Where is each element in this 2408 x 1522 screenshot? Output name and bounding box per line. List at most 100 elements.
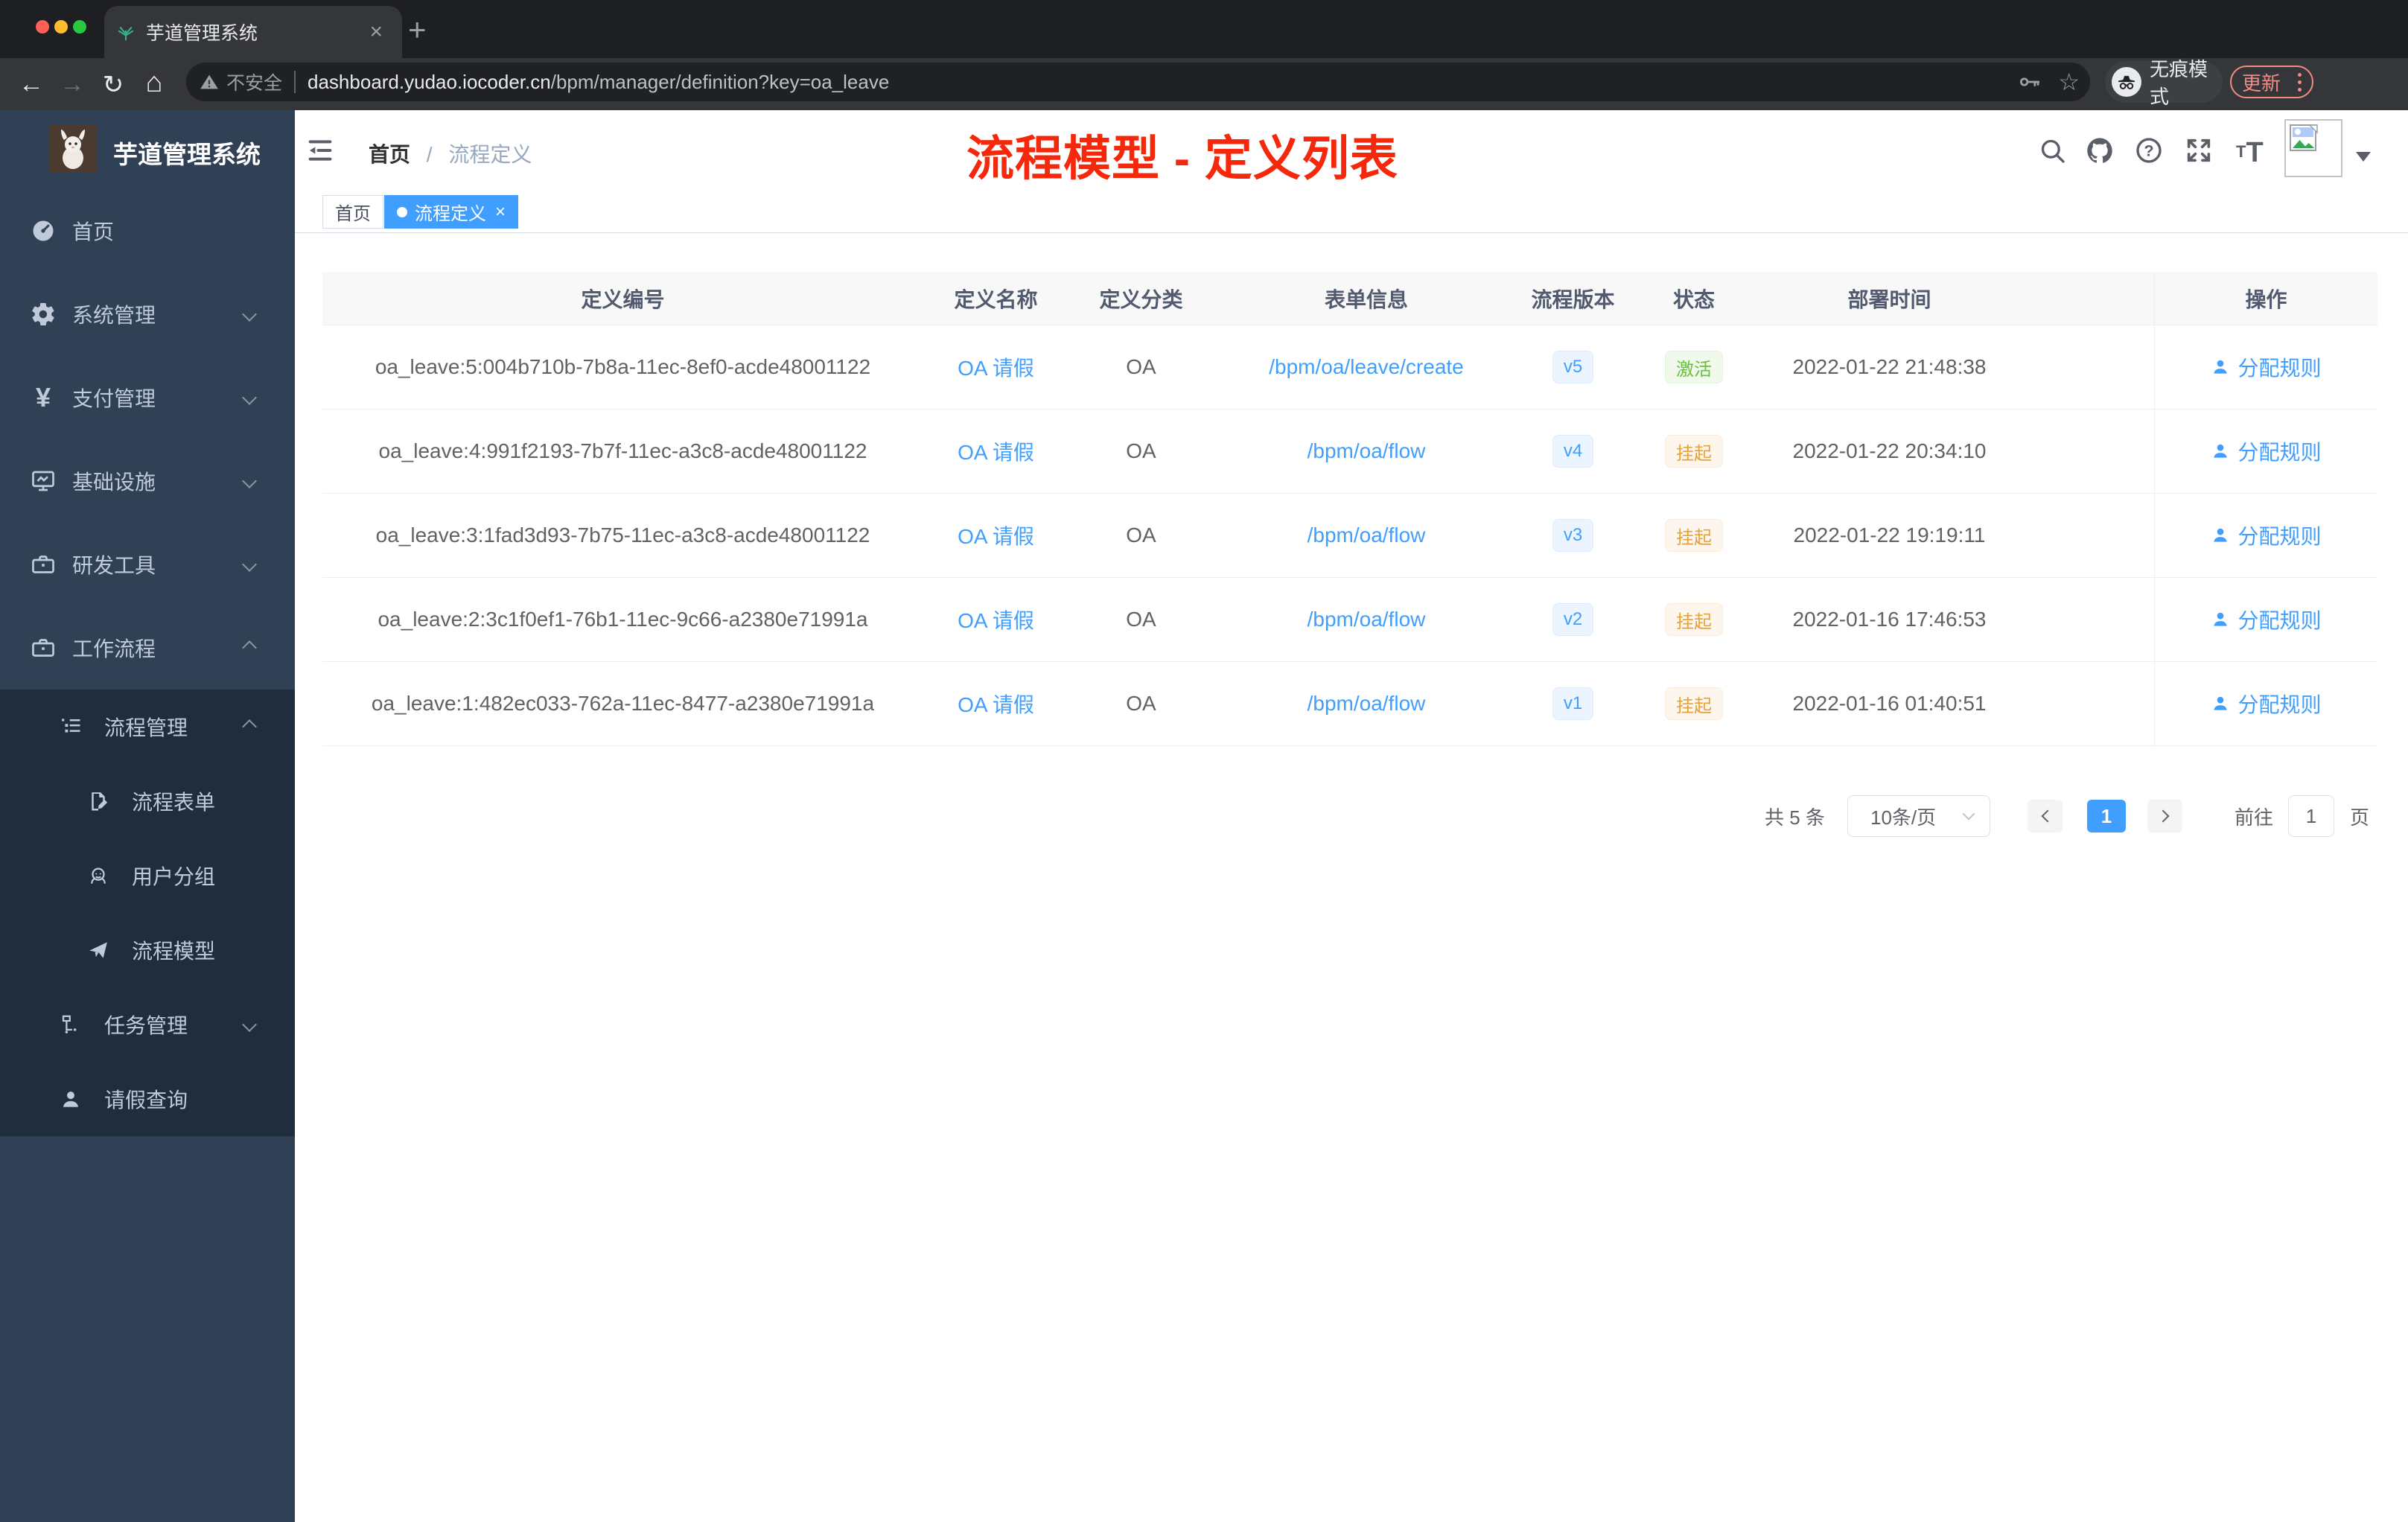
assign-rule-button[interactable]: 分配规则 — [2211, 436, 2322, 466]
incognito-badge: 无痕模式 — [2105, 58, 2223, 108]
form-link[interactable]: /bpm/oa/flow — [1214, 439, 1519, 463]
actions-cell: 分配规则 — [2154, 578, 2377, 661]
chevron-down-icon — [242, 557, 257, 572]
search-icon[interactable] — [2037, 136, 2067, 165]
security-label[interactable]: 不安全 — [226, 69, 282, 95]
sidebar-item-process-form[interactable]: 流程表单 — [0, 764, 295, 838]
sidebar-item-devtools[interactable]: 研发工具 — [0, 523, 295, 606]
font-size-icon[interactable]: TT — [2236, 137, 2266, 168]
tab-close-icon[interactable]: × — [369, 19, 383, 45]
total-count: 共 5 条 — [1765, 806, 1825, 829]
version-badge: v3 — [1552, 519, 1594, 552]
traffic-light-zoom[interactable] — [73, 20, 86, 34]
security-warning-icon — [198, 71, 220, 93]
assign-rule-button[interactable]: 分配规则 — [2211, 352, 2322, 382]
sidebar-item-infrastructure[interactable]: 基础设施 — [0, 439, 295, 523]
table-row: oa_leave:1:482ec033-762a-11ec-8477-a2380… — [322, 662, 2377, 746]
sidebar-item-leave-query[interactable]: 请假查询 — [0, 1062, 295, 1136]
reload-icon[interactable]: ↻ — [98, 70, 128, 100]
tab-title: 芋道管理系统 — [146, 23, 258, 44]
briefcase-icon — [30, 634, 57, 661]
form-link[interactable]: /bpm/oa/flow — [1214, 523, 1519, 547]
column-header: 定义分类 — [1099, 287, 1183, 311]
address-bar[interactable]: 不安全 dashboard.yudao.iocoder.cn/bpm/manag… — [186, 63, 2090, 101]
sidebar-item-workflow[interactable]: 工作流程 — [0, 606, 295, 690]
sidebar-item-task-management[interactable]: 任务管理 — [0, 987, 295, 1062]
definition-name-link[interactable]: OA 请假 — [923, 520, 1068, 550]
current-page-button[interactable]: 1 — [2087, 800, 2126, 832]
column-header: 定义编号 — [581, 287, 665, 311]
table-row: oa_leave:3:1fad3d93-7b75-11ec-a3c8-acde4… — [322, 494, 2377, 578]
definition-name-link[interactable]: OA 请假 — [923, 352, 1068, 382]
goto-unit: 页 — [2350, 806, 2370, 829]
paper-plane-icon — [87, 939, 109, 961]
assign-rule-button[interactable]: 分配规则 — [2211, 605, 2322, 634]
deploy-time: 2022-01-16 01:40:51 — [1792, 692, 1987, 715]
sidebar-item-label: 流程模型 — [132, 940, 216, 963]
url-text[interactable]: dashboard.yudao.iocoder.cn/bpm/manager/d… — [308, 71, 889, 94]
chevron-right-icon — [2156, 809, 2169, 823]
omnibox-divider — [294, 71, 296, 93]
password-key-icon[interactable] — [2016, 69, 2042, 95]
tag-process-definition[interactable]: 流程定义 × — [384, 195, 519, 229]
definition-name-link[interactable]: OA 请假 — [923, 689, 1068, 719]
sidebar-item-label: 系统管理 — [72, 304, 156, 327]
definition-name-link[interactable]: OA 请假 — [923, 436, 1068, 466]
sidebar-item-home[interactable]: 首页 — [0, 189, 295, 273]
chevron-down-icon — [242, 307, 257, 322]
traffic-light-close[interactable] — [36, 20, 49, 34]
deploy-time: 2022-01-22 20:34:10 — [1792, 439, 1987, 462]
avatar[interactable] — [2284, 119, 2342, 177]
github-icon[interactable] — [2085, 136, 2115, 165]
page-size-select[interactable]: 10条/页 — [1847, 795, 1990, 837]
sidebar-item-payment[interactable]: ¥ 支付管理 — [0, 356, 295, 439]
assign-rule-button[interactable]: 分配规则 — [2211, 520, 2322, 550]
home-icon[interactable]: ⌂ — [139, 67, 169, 99]
browser-tab[interactable]: 芋道管理系统 × — [104, 6, 402, 58]
browser-menu-icon[interactable] — [2298, 72, 2302, 92]
new-tab-button[interactable]: + — [408, 14, 427, 45]
person-icon — [60, 1088, 82, 1110]
column-header: 流程版本 — [1531, 287, 1615, 311]
definition-id: oa_leave:4:991f2193-7b7f-11ec-a3c8-acde4… — [378, 439, 867, 462]
form-link[interactable]: /bpm/oa/flow — [1214, 608, 1519, 631]
form-link[interactable]: /bpm/oa/flow — [1214, 692, 1519, 716]
sidebar-item-label: 请假查询 — [104, 1089, 188, 1112]
breadcrumb-home[interactable]: 首页 — [369, 143, 410, 166]
update-button[interactable]: 更新 — [2230, 66, 2313, 98]
user-icon — [2214, 360, 2228, 374]
column-header: 表单信息 — [1324, 287, 1408, 311]
definition-category: OA — [1126, 608, 1156, 631]
sidebar-item-user-group[interactable]: 用户分组 — [0, 838, 295, 913]
traffic-light-minimize[interactable] — [54, 20, 68, 34]
hamburger-icon[interactable] — [305, 136, 335, 165]
avatar-caret-icon[interactable] — [2356, 152, 2371, 162]
table-row: oa_leave:4:991f2193-7b7f-11ec-a3c8-acde4… — [322, 410, 2377, 494]
help-icon[interactable]: ? — [2134, 136, 2164, 165]
tag-close-icon[interactable]: × — [495, 202, 506, 223]
goto-page-input[interactable] — [2288, 795, 2334, 837]
fullscreen-icon[interactable] — [2184, 136, 2214, 165]
deploy-time: 2022-01-22 19:19:11 — [1793, 523, 1986, 547]
definition-name-link[interactable]: OA 请假 — [923, 605, 1068, 634]
next-page-button[interactable] — [2147, 800, 2182, 832]
definition-table: 定义编号 定义名称 定义分类 表单信息 流程版本 状态 部署时间 操作 oa_l… — [322, 272, 2377, 746]
sidebar-logo-row[interactable]: 芋道管理系统 — [0, 110, 295, 189]
sidebar-item-process-model[interactable]: 流程模型 — [0, 913, 295, 987]
assign-rule-button[interactable]: 分配规则 — [2211, 689, 2322, 719]
forward-icon[interactable]: → — [57, 70, 87, 99]
prev-page-button[interactable] — [2028, 800, 2063, 832]
chevron-down-icon — [242, 1017, 257, 1032]
status-badge: 挂起 — [1665, 435, 1723, 468]
tag-home[interactable]: 首页 — [322, 195, 383, 229]
table-header-row: 定义编号 定义名称 定义分类 表单信息 流程版本 状态 部署时间 操作 — [322, 272, 2377, 325]
toolbox-icon — [30, 551, 57, 578]
sidebar-item-system[interactable]: 系统管理 — [0, 273, 295, 356]
deploy-time: 2022-01-16 17:46:53 — [1792, 608, 1987, 631]
form-link[interactable]: /bpm/oa/leave/create — [1214, 355, 1519, 379]
back-icon[interactable]: ← — [16, 70, 46, 99]
version-badge: v1 — [1552, 687, 1594, 720]
sidebar-item-process-management[interactable]: 流程管理 — [0, 690, 295, 764]
bookmark-star-icon[interactable]: ☆ — [2058, 68, 2080, 96]
active-dot-icon — [397, 206, 407, 217]
